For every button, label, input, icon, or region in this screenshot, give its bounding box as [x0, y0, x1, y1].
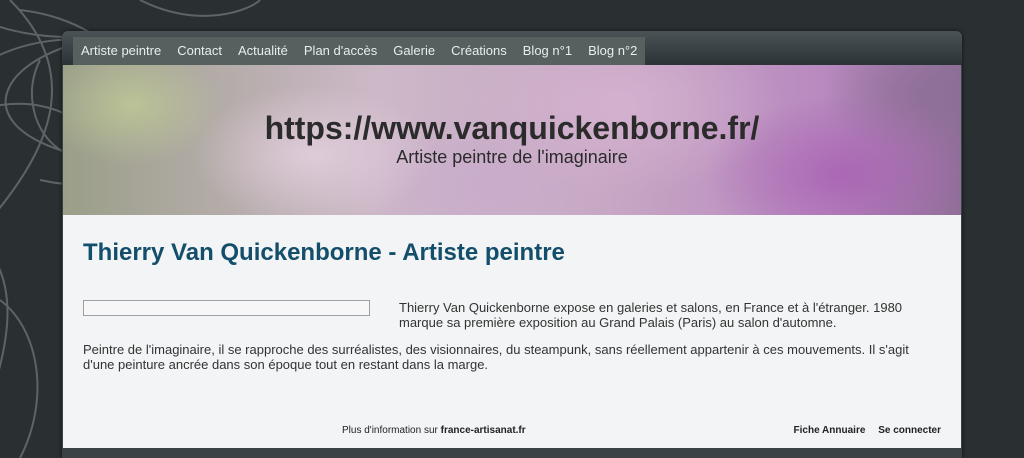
login-link[interactable]: Se connecter: [878, 425, 941, 436]
page-title: Thierry Van Quickenborne - Artiste peint…: [83, 239, 565, 266]
nav-item-contact[interactable]: Contact: [169, 37, 230, 65]
nav-item-actualite[interactable]: Actualité: [230, 37, 296, 65]
main-content: Thierry Van Quickenborne - Artiste peint…: [63, 215, 961, 448]
nav-item-artiste-peintre[interactable]: Artiste peintre: [73, 37, 169, 65]
header-banner: https://www.vanquickenborne.fr/ Artiste …: [63, 65, 961, 215]
nav-item-blog-2[interactable]: Blog n°2: [580, 37, 645, 65]
nav-item-plan-acces[interactable]: Plan d'accès: [296, 37, 385, 65]
nav-bar: Artiste peintre Contact Actualité Plan d…: [62, 31, 962, 65]
france-artisanat-link[interactable]: france-artisanat.fr: [441, 425, 526, 436]
footer-more-info: Plus d'information sur france-artisanat.…: [342, 425, 526, 436]
nav-item-creations[interactable]: Créations: [443, 37, 515, 65]
fiche-annuaire-link[interactable]: Fiche Annuaire: [794, 425, 866, 436]
site-container: Artiste peintre Contact Actualité Plan d…: [62, 31, 962, 458]
more-info-prefix: Plus d'information sur: [342, 425, 441, 436]
artwork-image: [83, 300, 370, 316]
footer-links: Fiche Annuaire Se connecter: [784, 425, 941, 436]
nav-item-blog-1[interactable]: Blog n°1: [515, 37, 580, 65]
description-paragraph: Peintre de l'imaginaire, il se rapproche…: [83, 342, 909, 372]
nav-item-galerie[interactable]: Galerie: [385, 37, 443, 65]
main-menu: Artiste peintre Contact Actualité Plan d…: [73, 37, 646, 65]
site-subtitle: Artiste peintre de l'imaginaire: [396, 147, 628, 167]
bottom-bar: [62, 448, 962, 458]
site-title[interactable]: https://www.vanquickenborne.fr/: [63, 110, 961, 147]
intro-paragraph: Thierry Van Quickenborne expose en galer…: [399, 300, 903, 330]
